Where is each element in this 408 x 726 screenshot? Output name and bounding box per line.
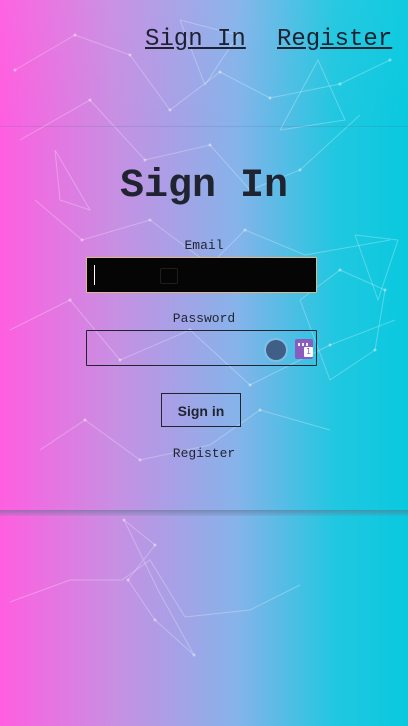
password-label: Password xyxy=(172,311,236,326)
password-manager-icon[interactable] xyxy=(295,339,313,359)
section-band xyxy=(0,510,408,516)
nav-register-link[interactable]: Register xyxy=(277,26,392,54)
register-link[interactable]: Register xyxy=(0,446,408,462)
email-label: Email xyxy=(184,238,224,253)
header-divider xyxy=(0,126,408,127)
email-field-artifact xyxy=(160,268,178,284)
sign-in-button[interactable]: Sign in xyxy=(161,393,241,427)
eye-toggle-icon[interactable] xyxy=(266,340,286,360)
text-cursor xyxy=(94,265,95,285)
email-field[interactable] xyxy=(86,257,317,293)
page-title: Sign In xyxy=(119,164,289,209)
nav-sign-in-link[interactable]: Sign In xyxy=(145,26,246,54)
top-navigation: Sign In Register xyxy=(0,26,408,56)
